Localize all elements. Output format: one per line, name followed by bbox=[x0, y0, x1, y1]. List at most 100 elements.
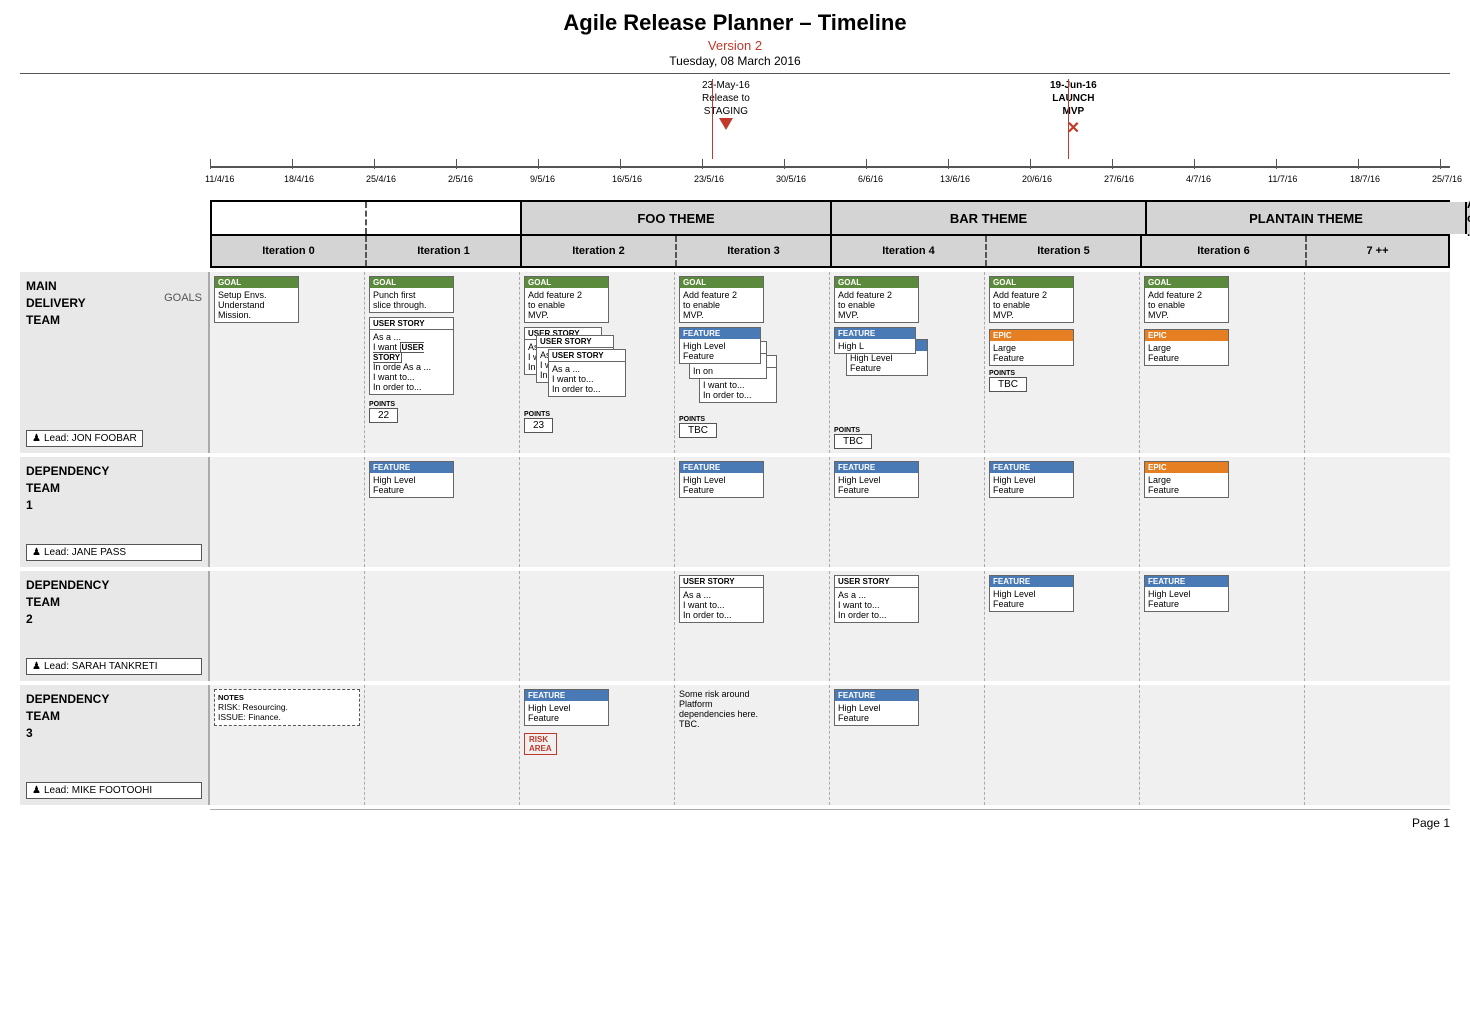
date-label-0: 11/4/16 bbox=[205, 174, 234, 184]
date-label-6: 23/5/16 bbox=[694, 174, 724, 184]
date-label-10: 20/6/16 bbox=[1022, 174, 1052, 184]
main-col2-points: POINTS 23 bbox=[524, 411, 670, 433]
main-col4-goal: GOAL Add feature 2to enableMVP. bbox=[834, 276, 919, 323]
date-label-9: 13/6/16 bbox=[940, 174, 970, 184]
main-col3-items: FEATURE High LevelFeature USER STORY I w… bbox=[679, 327, 825, 412]
team-label-main: MAINDELIVERYTEAM GOALS ♟ Lead: JON FOOBA… bbox=[20, 272, 210, 453]
page: Agile Release Planner – Timeline Version… bbox=[0, 0, 1470, 1029]
milestone-mvp-x: ✕ bbox=[1050, 118, 1097, 138]
iteration-row: Iteration 0 Iteration 1 Iteration 2 Iter… bbox=[210, 236, 1450, 268]
iter-cell-4: Iteration 4 bbox=[832, 236, 987, 266]
main-col3-goal: GOAL Add feature 2to enableMVP. bbox=[679, 276, 764, 323]
milestone-area: 23-May-16Release toSTAGING 19-Jun-16LAUN… bbox=[210, 79, 1450, 159]
main-col-4: GOAL Add feature 2to enableMVP. FEATURE … bbox=[830, 272, 985, 453]
team-row-main: MAINDELIVERYTEAM GOALS ♟ Lead: JON FOOBA… bbox=[20, 272, 1450, 453]
timeline-bar bbox=[210, 159, 1450, 174]
dep1-col-0 bbox=[210, 457, 365, 567]
team-row-dep2: DEPENDENCYTEAM2 ♟ Lead: SARAH TANKRETI U… bbox=[20, 571, 1450, 681]
dep2-col-6: FEATURE High LevelFeature bbox=[1140, 571, 1305, 681]
iter-cell-plus: 7 ++ bbox=[1307, 236, 1448, 266]
date-label-15: 25/7/16 bbox=[1432, 174, 1462, 184]
dep3-col-6 bbox=[1140, 685, 1305, 805]
team-lead-dep1: ♟ Lead: JANE PASS bbox=[26, 544, 202, 561]
main-col6-goal: GOAL Add feature 2to enableMVP. bbox=[1144, 276, 1229, 323]
dep1-col-3: FEATURE High LevelFeature bbox=[675, 457, 830, 567]
dep2-col-4: USER STORY As a ...I want to...In order … bbox=[830, 571, 985, 681]
date-label-12: 4/7/16 bbox=[1186, 174, 1211, 184]
date-label-7: 30/5/16 bbox=[776, 174, 806, 184]
date-axis: 11/4/16 18/4/16 25/4/16 2/5/16 9/5/16 16… bbox=[210, 174, 1450, 194]
main-col2-goal: GOAL Add feature 2to enableMVP. bbox=[524, 276, 609, 323]
dep3-risk-text: Some risk aroundPlatformdependencies her… bbox=[679, 689, 825, 729]
timeline-line bbox=[210, 166, 1450, 168]
dep1-col-2 bbox=[520, 457, 675, 567]
main-col1-points: POINTS 22 bbox=[369, 401, 515, 423]
notes-text: RISK: Resourcing.ISSUE: Finance. bbox=[218, 702, 356, 722]
dep2-col-1 bbox=[365, 571, 520, 681]
date-label-4: 9/5/16 bbox=[530, 174, 555, 184]
main-col4-feat1: FEATURE High L bbox=[834, 327, 916, 354]
lead-icon-dep3: ♟ bbox=[32, 785, 41, 796]
lead-name-dep2: Lead: SARAH TANKRETI bbox=[44, 661, 158, 672]
main-col2-us3: USER STORY As a ...I want to...In order … bbox=[548, 349, 626, 397]
dep3-col-5 bbox=[985, 685, 1140, 805]
team-label-dep1: DEPENDENCYTEAM1 ♟ Lead: JANE PASS bbox=[20, 457, 210, 567]
dep1-col-6: EPIC LargeFeature bbox=[1140, 457, 1305, 567]
theme-cell-iteration0 bbox=[212, 202, 367, 234]
main-col-6: GOAL Add feature 2to enableMVP. EPIC Lar… bbox=[1140, 272, 1305, 453]
iter-cell-5: Iteration 5 bbox=[987, 236, 1142, 266]
lead-name-main: Lead: JON FOOBAR bbox=[44, 433, 137, 444]
main-col1-goal: GOAL Punch firstslice through. bbox=[369, 276, 454, 313]
main-col5-points: POINTS TBC bbox=[989, 370, 1135, 392]
header-divider bbox=[20, 73, 1450, 74]
dep1-col-5: FEATURE High LevelFeature bbox=[985, 457, 1140, 567]
date-label-5: 16/5/16 bbox=[612, 174, 642, 184]
page-date: Tuesday, 08 March 2016 bbox=[20, 54, 1450, 68]
iter-cell-0: Iteration 0 bbox=[212, 236, 367, 266]
main-col1-stories: USER STORY As a ...I want USER STORYIn o… bbox=[369, 317, 515, 397]
main-col1-us1: USER STORY As a ...I want USER STORYIn o… bbox=[369, 317, 454, 395]
main-col3-feat: FEATURE High LevelFeature bbox=[679, 327, 761, 364]
milestone-staging: 23-May-16Release toSTAGING bbox=[702, 79, 750, 130]
team-row-dep1: DEPENDENCYTEAM1 ♟ Lead: JANE PASS FEATUR… bbox=[20, 457, 1450, 567]
main-col-7 bbox=[1305, 272, 1450, 453]
date-label-8: 6/6/16 bbox=[858, 174, 883, 184]
date-label-11: 27/6/16 bbox=[1104, 174, 1134, 184]
milestone-staging-line bbox=[712, 79, 713, 159]
bottom-divider bbox=[210, 809, 1450, 810]
theme-cell-foo: FOO THEME bbox=[522, 202, 832, 234]
main-col4-items: FEATURE High L FEATURE High LevelFeature bbox=[834, 327, 980, 397]
goals-label-main: GOALS bbox=[164, 292, 202, 304]
team-lead-dep3: ♟ Lead: MIKE FOOTOOHI bbox=[26, 782, 202, 799]
dep3-risk-label: RISKAREA bbox=[524, 733, 557, 755]
theme-cell-iteration1 bbox=[367, 202, 522, 234]
dep2-col-7 bbox=[1305, 571, 1450, 681]
team-name-dep3: DEPENDENCYTEAM3 bbox=[26, 691, 202, 741]
dep3-col-2: FEATURE High LevelFeature RISKAREA bbox=[520, 685, 675, 805]
iter-cell-2: Iteration 2 bbox=[522, 236, 677, 266]
team-lead-dep2: ♟ Lead: SARAH TANKRETI bbox=[26, 658, 202, 675]
dep3-col-0: NOTES RISK: Resourcing.ISSUE: Finance. bbox=[210, 685, 365, 805]
iter-cell-1: Iteration 1 bbox=[367, 236, 522, 266]
dep1-col-7 bbox=[1305, 457, 1450, 567]
main-col-2: GOAL Add feature 2to enableMVP. USER STO… bbox=[520, 272, 675, 453]
theme-row: FOO THEME BAR THEME PLANTAIN THEME And o… bbox=[210, 200, 1450, 236]
milestone-mvp: 19-Jun-16LAUNCHMVP ✕ bbox=[1050, 79, 1097, 138]
main-col2-stories: USER STORY As aI waIn o USER STORY As aI… bbox=[524, 327, 670, 407]
team-lead-main: ♟ Lead: JON FOOBAR bbox=[26, 430, 143, 447]
dep2-col-0 bbox=[210, 571, 365, 681]
team-row-dep3: DEPENDENCYTEAM3 ♟ Lead: MIKE FOOTOOHI NO… bbox=[20, 685, 1450, 805]
page-version: Version 2 bbox=[20, 38, 1450, 53]
milestone-staging-arrow bbox=[719, 118, 733, 130]
main-col-3: GOAL Add feature 2to enableMVP. FEATURE … bbox=[675, 272, 830, 453]
main-col5-epic: EPIC LargeFeature bbox=[989, 329, 1135, 366]
main-col-0: GOAL Setup Envs.UnderstandMission. bbox=[210, 272, 365, 453]
date-label-2: 25/4/16 bbox=[366, 174, 396, 184]
lead-icon-main: ♟ bbox=[32, 433, 41, 444]
main-col4-points: POINTS TBC bbox=[834, 427, 980, 449]
notes-label: NOTES bbox=[218, 693, 356, 702]
dep2-col-5: FEATURE High LevelFeature bbox=[985, 571, 1140, 681]
dep1-col-4: FEATURE High LevelFeature bbox=[830, 457, 985, 567]
team-name-dep1: DEPENDENCYTEAM1 bbox=[26, 463, 202, 513]
page-number: Page 1 bbox=[20, 816, 1450, 830]
